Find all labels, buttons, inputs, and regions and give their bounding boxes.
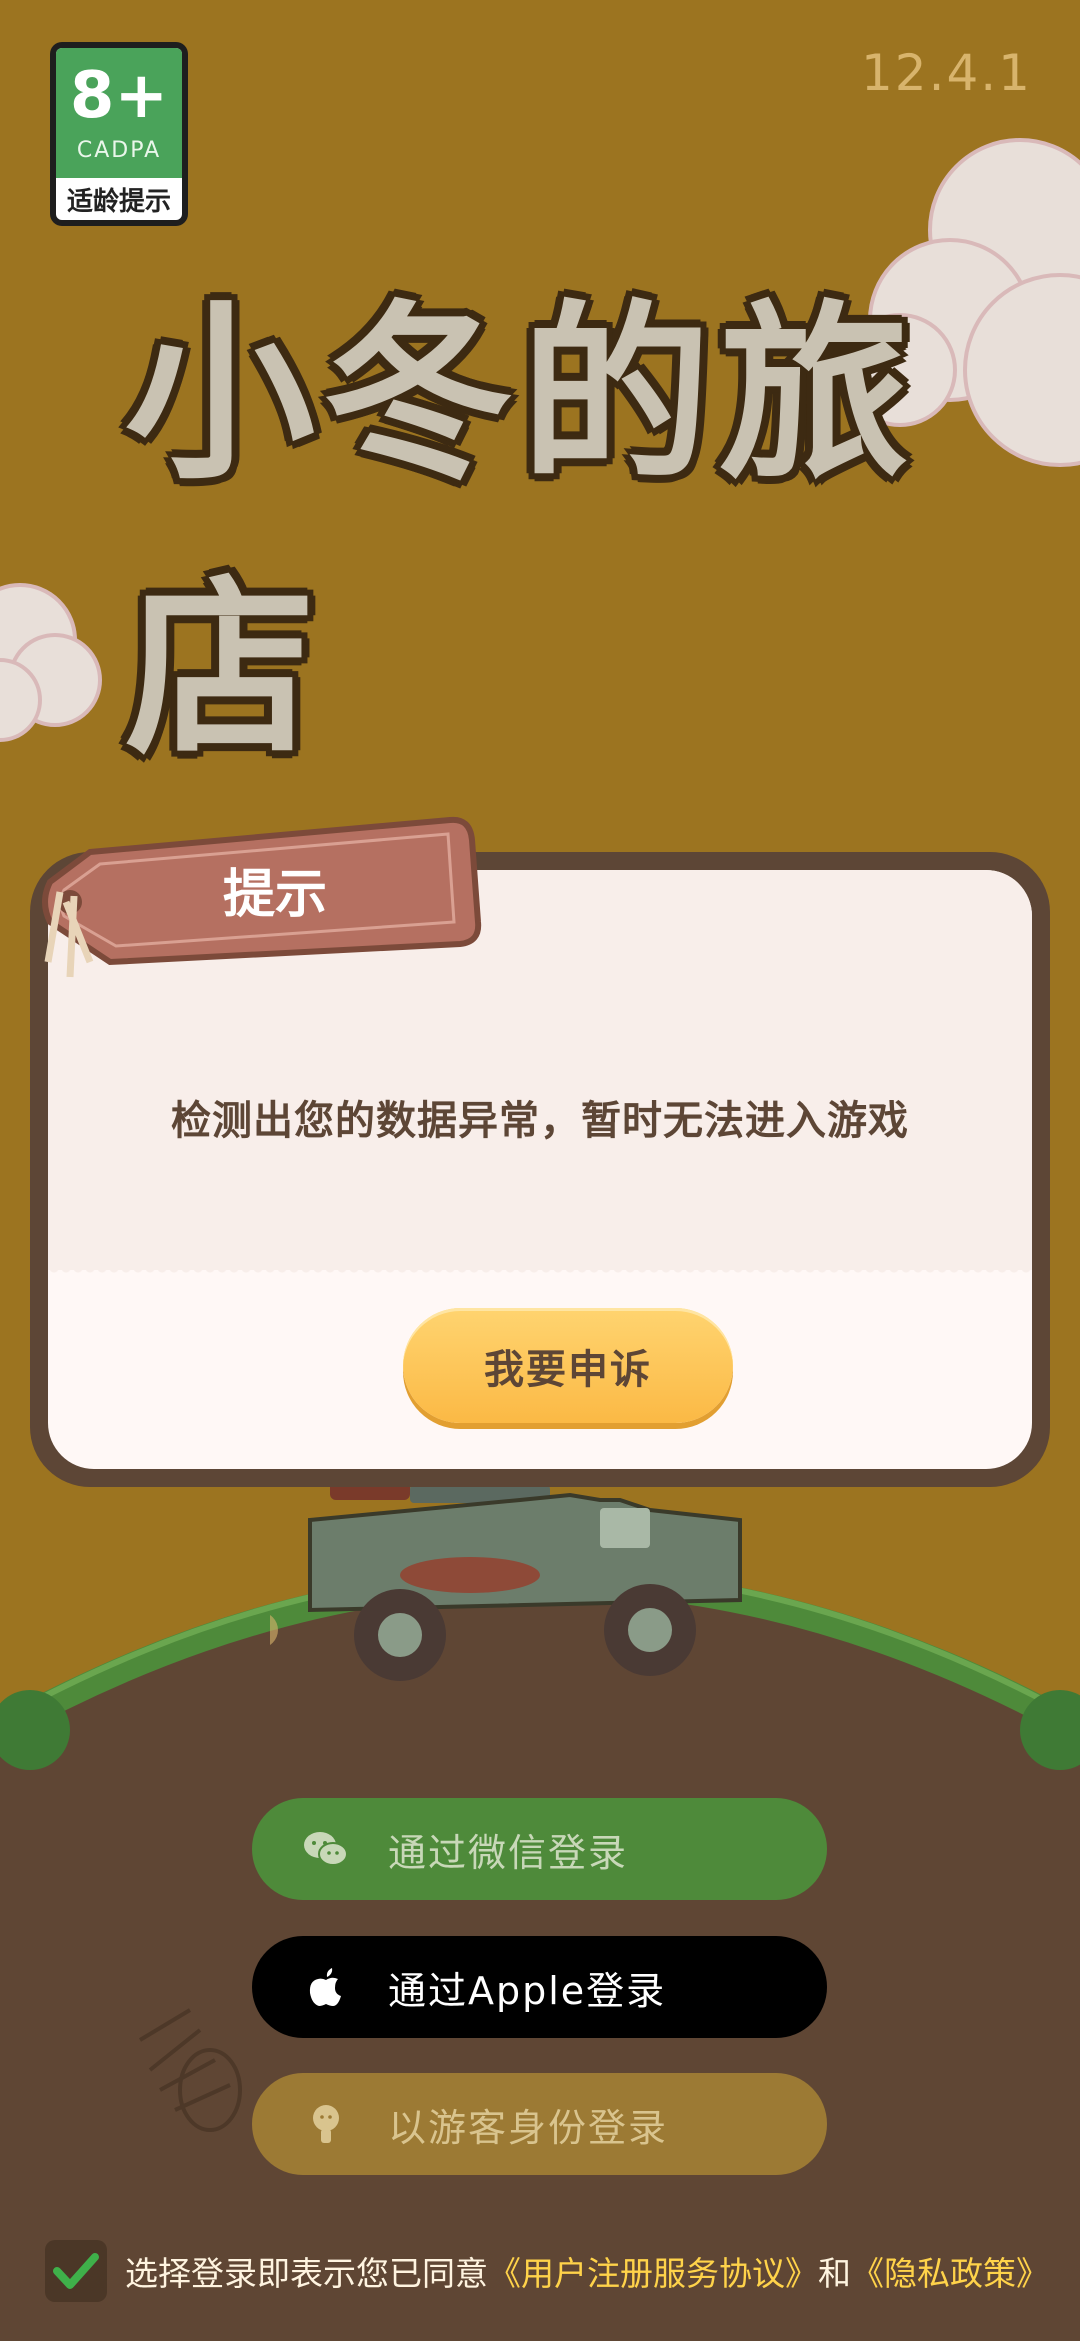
dialog-message: 检测出您的数据异常，暂时无法进入游戏 bbox=[171, 1098, 909, 1144]
age-rating-label: 适龄提示 bbox=[66, 186, 171, 217]
agreement-checkbox[interactable] bbox=[45, 2240, 107, 2302]
age-rating-badge: 8+ CADPA 适龄提示 bbox=[50, 42, 188, 226]
agreement-row: 选择登录即表示您已同意《用户注册服务协议》和《隐私政策》 bbox=[45, 2240, 1049, 2302]
agreement-prefix: 选择登录即表示您已同意 bbox=[125, 2254, 488, 2293]
cloud-left-decoration bbox=[0, 583, 102, 742]
apple-login-button[interactable]: 通过Apple登录 bbox=[252, 1936, 827, 2038]
apple-icon bbox=[302, 1963, 350, 2011]
apple-login-label: 通过Apple登录 bbox=[388, 1968, 667, 2013]
version-label: 12.4.1 bbox=[860, 44, 1032, 102]
truck-illustration bbox=[270, 1480, 742, 1681]
wechat-login-label: 通过微信登录 bbox=[388, 1830, 629, 1875]
privacy-policy-link[interactable]: 《隐私政策》 bbox=[851, 2254, 1049, 2293]
guest-login-label: 以游客身份登录 bbox=[388, 2105, 669, 2150]
appeal-button[interactable]: 我要申诉 bbox=[403, 1308, 733, 1423]
age-rating-org: CADPA bbox=[76, 137, 162, 163]
agreement-conjunction: 和 bbox=[818, 2254, 851, 2293]
checkmark-icon bbox=[53, 2253, 99, 2289]
user-agreement-link[interactable]: 《用户注册服务协议》 bbox=[488, 2254, 818, 2293]
dialog-title: 提示 bbox=[222, 865, 327, 925]
wechat-icon bbox=[302, 1825, 350, 1873]
age-rating-value: 8+ bbox=[69, 58, 169, 133]
guest-icon bbox=[302, 2100, 350, 2148]
guest-login-button[interactable]: 以游客身份登录 bbox=[252, 2073, 827, 2175]
game-logo: 小冬的旅店 bbox=[125, 282, 918, 780]
wechat-login-button[interactable]: 通过微信登录 bbox=[252, 1798, 827, 1900]
